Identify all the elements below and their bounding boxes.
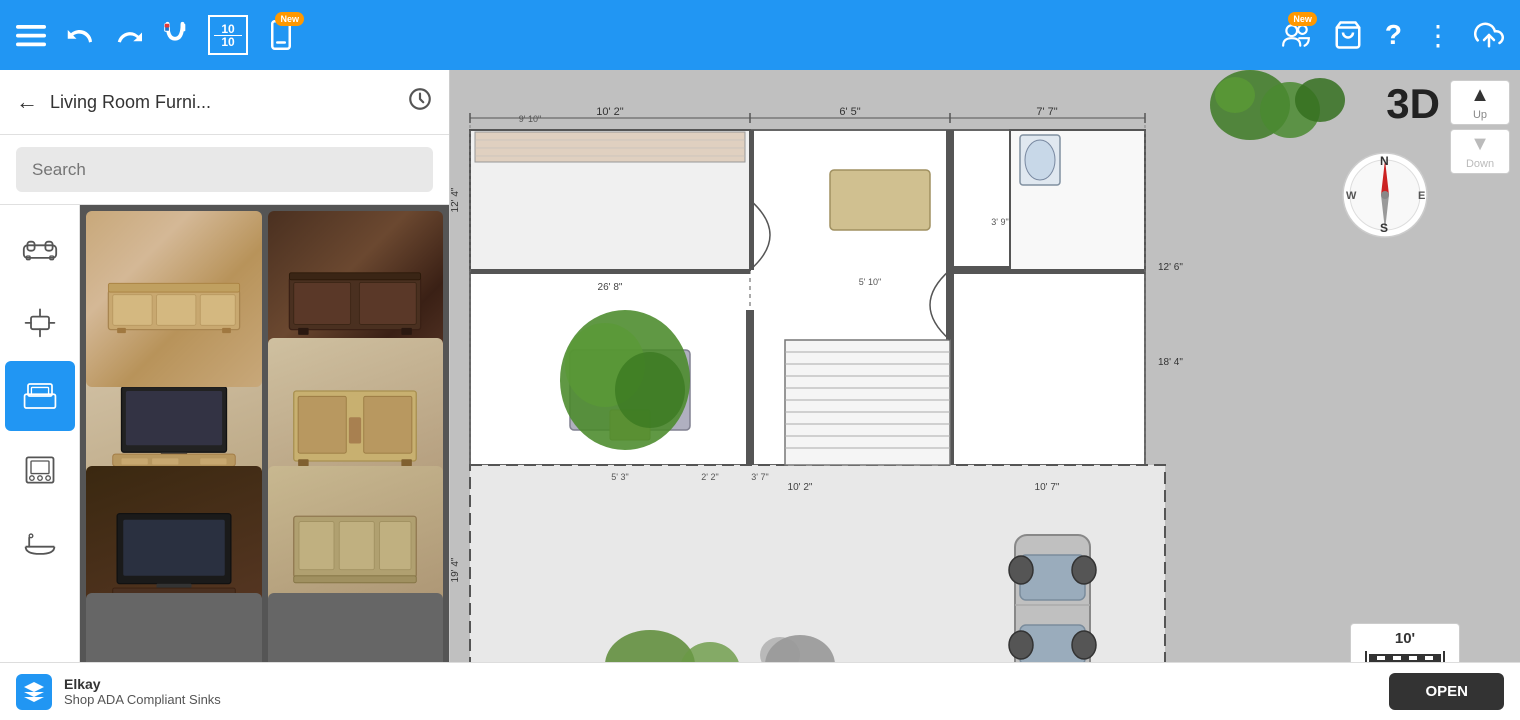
toolbar-right: New ? ⋮: [1281, 19, 1504, 52]
items-grid: [80, 205, 449, 720]
users-icon-wrap[interactable]: New: [1281, 20, 1311, 50]
main-area: ← Living Room Furni...: [0, 70, 1520, 720]
compass: E W N S: [1340, 150, 1430, 240]
svg-text:2' 2": 2' 2": [701, 472, 718, 482]
updown-controls: ▲ Up ▼ Down: [1450, 80, 1510, 174]
undo-button[interactable]: [64, 20, 94, 50]
ad-description: Shop ADA Compliant Sinks: [64, 692, 1377, 707]
panel-title: Living Room Furni...: [50, 92, 395, 113]
toolbar: 10 10 New New: [0, 0, 1520, 70]
category-appliance[interactable]: [5, 435, 75, 505]
help-icon[interactable]: ?: [1385, 19, 1402, 51]
more-options-icon[interactable]: ⋮: [1424, 19, 1452, 52]
redo-button[interactable]: [112, 20, 142, 50]
ad-banner: Elkay Shop ADA Compliant Sinks OPEN: [0, 662, 1520, 720]
cart-icon[interactable]: [1333, 20, 1363, 50]
3d-button[interactable]: 3D: [1386, 80, 1440, 128]
panel-header: ← Living Room Furni...: [0, 70, 449, 135]
scale-label: 10': [1395, 630, 1415, 647]
up-label: Up: [1473, 109, 1487, 121]
up-button[interactable]: ▲ Up: [1450, 80, 1510, 125]
svg-text:26' 8": 26' 8": [598, 282, 623, 293]
users-new-badge: New: [1288, 12, 1317, 26]
search-input[interactable]: [16, 147, 433, 192]
history-button[interactable]: [407, 86, 433, 118]
svg-text:10' 2": 10' 2": [788, 482, 813, 493]
svg-text:19' 4": 19' 4": [450, 557, 461, 582]
svg-text:12' 4": 12' 4": [450, 187, 461, 212]
grid-top-value: 10: [221, 23, 234, 35]
upload-icon[interactable]: [1474, 20, 1504, 50]
category-tv-stand[interactable]: [5, 361, 75, 431]
new-feature-icon[interactable]: New: [266, 20, 296, 50]
svg-text:10' 2": 10' 2": [596, 106, 624, 118]
search-bar-wrap: [0, 135, 449, 205]
svg-text:18' 4": 18' 4": [1158, 357, 1183, 368]
grid-icon[interactable]: 10 10: [208, 15, 248, 55]
grid-bottom-value: 10: [221, 36, 234, 48]
svg-text:5' 10": 5' 10": [859, 277, 881, 287]
svg-text:S: S: [1380, 221, 1388, 235]
down-label: Down: [1466, 158, 1494, 170]
svg-text:9' 10": 9' 10": [519, 114, 541, 124]
svg-text:3' 7": 3' 7": [751, 472, 768, 482]
svg-text:W: W: [1346, 190, 1357, 202]
svg-text:N: N: [1380, 154, 1389, 168]
new-badge: New: [275, 12, 304, 26]
ad-open-button[interactable]: OPEN: [1389, 673, 1504, 710]
ad-logo: [16, 674, 52, 710]
svg-text:7' 7": 7' 7": [1036, 106, 1057, 118]
category-bath[interactable]: [5, 509, 75, 579]
menu-icon[interactable]: [16, 20, 46, 50]
svg-text:E: E: [1418, 190, 1425, 202]
category-sofa[interactable]: [5, 213, 75, 283]
canvas-area: 10' 2" 6' 5" 7' 7" 12' 4" 12' 6" 18' 4" …: [450, 70, 1520, 720]
svg-text:5' 3": 5' 3": [611, 472, 628, 482]
content-row: [0, 205, 449, 720]
back-button[interactable]: ←: [16, 89, 38, 115]
category-dining[interactable]: [5, 287, 75, 357]
svg-text:12' 6": 12' 6": [1158, 262, 1183, 273]
svg-text:10' 7": 10' 7": [1035, 482, 1060, 493]
ad-text: Elkay Shop ADA Compliant Sinks: [64, 676, 1377, 707]
magnet-icon[interactable]: [160, 20, 190, 50]
ad-brand: Elkay: [64, 676, 1377, 692]
svg-text:3' 9": 3' 9": [991, 217, 1008, 227]
grid-item-1[interactable]: [86, 211, 262, 387]
down-button[interactable]: ▼ Down: [1450, 129, 1510, 174]
svg-text:6' 5": 6' 5": [839, 106, 860, 118]
category-bar: [0, 205, 80, 720]
toolbar-left: 10 10 New: [16, 15, 1263, 55]
left-panel: ← Living Room Furni...: [0, 70, 450, 720]
